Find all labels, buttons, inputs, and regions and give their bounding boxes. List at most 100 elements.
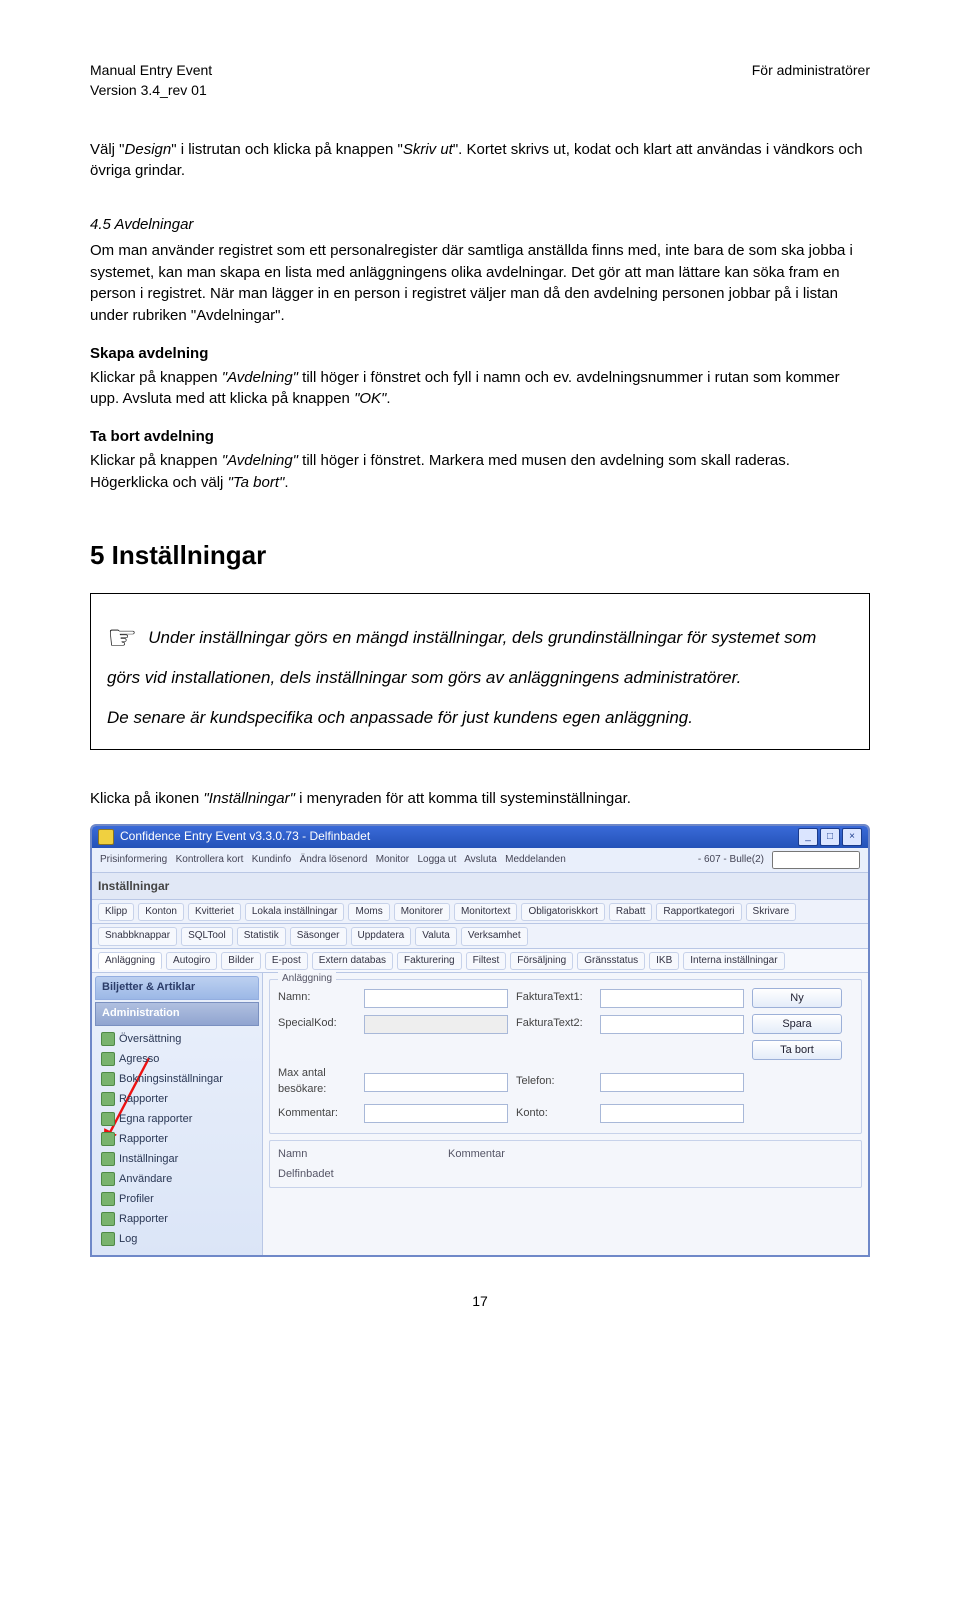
tab[interactable]: Monitortext xyxy=(454,903,517,922)
label-konto: Konto: xyxy=(516,1106,592,1122)
page-header: Manual Entry Event Version 3.4_rev 01 Fö… xyxy=(90,60,870,101)
sidebar-item[interactable]: Bokningsinställningar xyxy=(97,1070,257,1090)
top-links: Prisinformering Kontrollera kort Kundinf… xyxy=(100,853,566,868)
open-settings-text: Klicka på ikonen "Inställningar" i menyr… xyxy=(90,788,870,810)
doc-audience: För administratörer xyxy=(752,60,870,80)
tab[interactable]: Filtest xyxy=(466,952,507,971)
tab-active[interactable]: Anläggning xyxy=(98,952,162,971)
anlaggning-group: Anläggning Namn: FakturaText1: Ny Specia… xyxy=(269,979,862,1134)
col-kommentar: Kommentar xyxy=(448,1145,853,1165)
doc-title: Manual Entry Event xyxy=(90,60,212,80)
col-namn: Namn xyxy=(278,1145,448,1165)
sidebar: Biljetter & Artiklar Administration Över… xyxy=(92,973,263,1254)
sidebar-item[interactable]: Rapporter xyxy=(97,1090,257,1110)
section-4-5-para: Om man använder registret som ett person… xyxy=(90,240,870,327)
label-namn: Namn: xyxy=(278,990,356,1006)
tabs-row-2: Snabbknappar SQLTool Statistik Säsonger … xyxy=(92,924,868,949)
sidebar-item[interactable]: Agresso xyxy=(97,1050,257,1070)
tab[interactable]: Fakturering xyxy=(397,952,462,971)
window-title: Confidence Entry Event v3.3.0.73 - Delfi… xyxy=(120,828,370,845)
close-icon[interactable]: × xyxy=(842,828,862,846)
tab[interactable]: Konton xyxy=(138,903,184,922)
input-namn[interactable] xyxy=(364,989,508,1008)
tab[interactable]: Gränsstatus xyxy=(577,952,645,971)
tab[interactable]: Säsonger xyxy=(290,927,347,946)
input-fakt1[interactable] xyxy=(600,989,744,1008)
list-item[interactable]: Delfinbadet xyxy=(278,1165,448,1185)
tab[interactable]: Obligatoriskkort xyxy=(521,903,604,922)
tabort-button[interactable]: Ta bort xyxy=(752,1040,842,1060)
page-number: 17 xyxy=(90,1291,870,1311)
label-fakt2: FakturaText2: xyxy=(516,1016,592,1032)
group-legend: Anläggning xyxy=(278,972,336,987)
label-telefon: Telefon: xyxy=(516,1074,592,1090)
sidebar-item[interactable]: Användare xyxy=(97,1170,257,1190)
tab[interactable]: Uppdatera xyxy=(351,927,412,946)
tab[interactable]: Skrivare xyxy=(746,903,797,922)
sidebar-list: Översättning Agresso Bokningsinställning… xyxy=(95,1026,259,1251)
top-search-input[interactable] xyxy=(772,851,860,869)
tab[interactable]: IKB xyxy=(649,952,679,971)
tab[interactable]: Autogiro xyxy=(166,952,217,971)
input-fakt2[interactable] xyxy=(600,1015,744,1034)
tab[interactable]: E-post xyxy=(265,952,308,971)
sidebar-section-biljetter[interactable]: Biljetter & Artiklar xyxy=(95,976,259,1000)
tab[interactable]: Statistik xyxy=(237,927,286,946)
label-kommentar: Kommentar: xyxy=(278,1106,356,1122)
tab[interactable]: Monitorer xyxy=(394,903,450,922)
minimize-icon[interactable]: _ xyxy=(798,828,818,846)
label-fakt1: FakturaText1: xyxy=(516,990,592,1006)
sidebar-item[interactable]: Log xyxy=(97,1230,257,1250)
top-menu-row: Prisinformering Kontrollera kort Kundinf… xyxy=(92,848,868,873)
app-window: Confidence Entry Event v3.3.0.73 - Delfi… xyxy=(90,824,870,1256)
doc-version: Version 3.4_rev 01 xyxy=(90,80,212,100)
section-5-heading: 5 Inställningar xyxy=(90,537,870,575)
input-maxantal[interactable] xyxy=(364,1073,508,1092)
tab[interactable]: Extern databas xyxy=(312,952,393,971)
window-title-bar: Confidence Entry Event v3.3.0.73 - Delfi… xyxy=(92,826,868,848)
ny-button[interactable]: Ny xyxy=(752,988,842,1008)
tab[interactable]: Bilder xyxy=(221,952,261,971)
sidebar-item[interactable]: Profiler xyxy=(97,1190,257,1210)
maximize-icon[interactable]: □ xyxy=(820,828,840,846)
skapa-avdelning-text: Klickar på knappen "Avdelning" till höge… xyxy=(90,367,870,411)
list-header: Namn Kommentar Delfinbadet xyxy=(269,1140,862,1188)
tab[interactable]: Snabbknappar xyxy=(98,927,177,946)
sidebar-item[interactable]: Inställningar xyxy=(97,1150,257,1170)
top-right-code: - 607 - Bulle(2) xyxy=(698,853,764,868)
sidebar-item[interactable]: Rapporter xyxy=(97,1210,257,1230)
tab[interactable]: Rabatt xyxy=(609,903,652,922)
hand-pointer-icon: ☞ xyxy=(107,619,137,657)
tab[interactable]: Moms xyxy=(348,903,389,922)
sidebar-item[interactable]: Översättning xyxy=(97,1030,257,1050)
tab[interactable]: Verksamhet xyxy=(461,927,528,946)
tab[interactable]: Försäljning xyxy=(510,952,573,971)
tab[interactable]: Kvitteriet xyxy=(188,903,241,922)
input-konto[interactable] xyxy=(600,1104,744,1123)
sidebar-section-administration[interactable]: Administration xyxy=(95,1002,259,1026)
tab[interactable]: Valuta xyxy=(415,927,457,946)
toolbar: Inställningar xyxy=(92,873,868,900)
tabort-avdelning-text: Klickar på knappen "Avdelning" till höge… xyxy=(90,450,870,494)
tabs-row-1: Klipp Konton Kvitteriet Lokala inställni… xyxy=(92,900,868,925)
main-panel: Anläggning Namn: FakturaText1: Ny Specia… xyxy=(263,973,868,1254)
tab[interactable]: SQLTool xyxy=(181,927,233,946)
tab[interactable]: Interna inställningar xyxy=(683,952,784,971)
tab[interactable]: Lokala inställningar xyxy=(245,903,345,922)
tabs-row-3: Anläggning Autogiro Bilder E-post Extern… xyxy=(92,949,868,974)
spara-button[interactable]: Spara xyxy=(752,1014,842,1034)
tab[interactable]: Klipp xyxy=(98,903,134,922)
input-kommentar[interactable] xyxy=(364,1104,508,1123)
label-specialkod: SpecialKod: xyxy=(278,1016,356,1032)
section-4-5-heading: 4.5 Avdelningar xyxy=(90,214,870,236)
label-maxantal: Max antal besökare: xyxy=(278,1066,356,1098)
info-callout-box: ☞ Under inställningar görs en mängd inst… xyxy=(90,593,870,750)
skapa-avdelning-heading: Skapa avdelning xyxy=(90,343,870,365)
app-logo-icon xyxy=(98,829,114,845)
intro-paragraph: Välj "Design" i listrutan och klicka på … xyxy=(90,139,870,183)
sidebar-item[interactable]: Egna rapporter xyxy=(97,1110,257,1130)
tab[interactable]: Rapportkategori xyxy=(656,903,741,922)
tabort-avdelning-heading: Ta bort avdelning xyxy=(90,426,870,448)
sidebar-item[interactable]: Rapporter xyxy=(97,1130,257,1150)
input-telefon[interactable] xyxy=(600,1073,744,1092)
